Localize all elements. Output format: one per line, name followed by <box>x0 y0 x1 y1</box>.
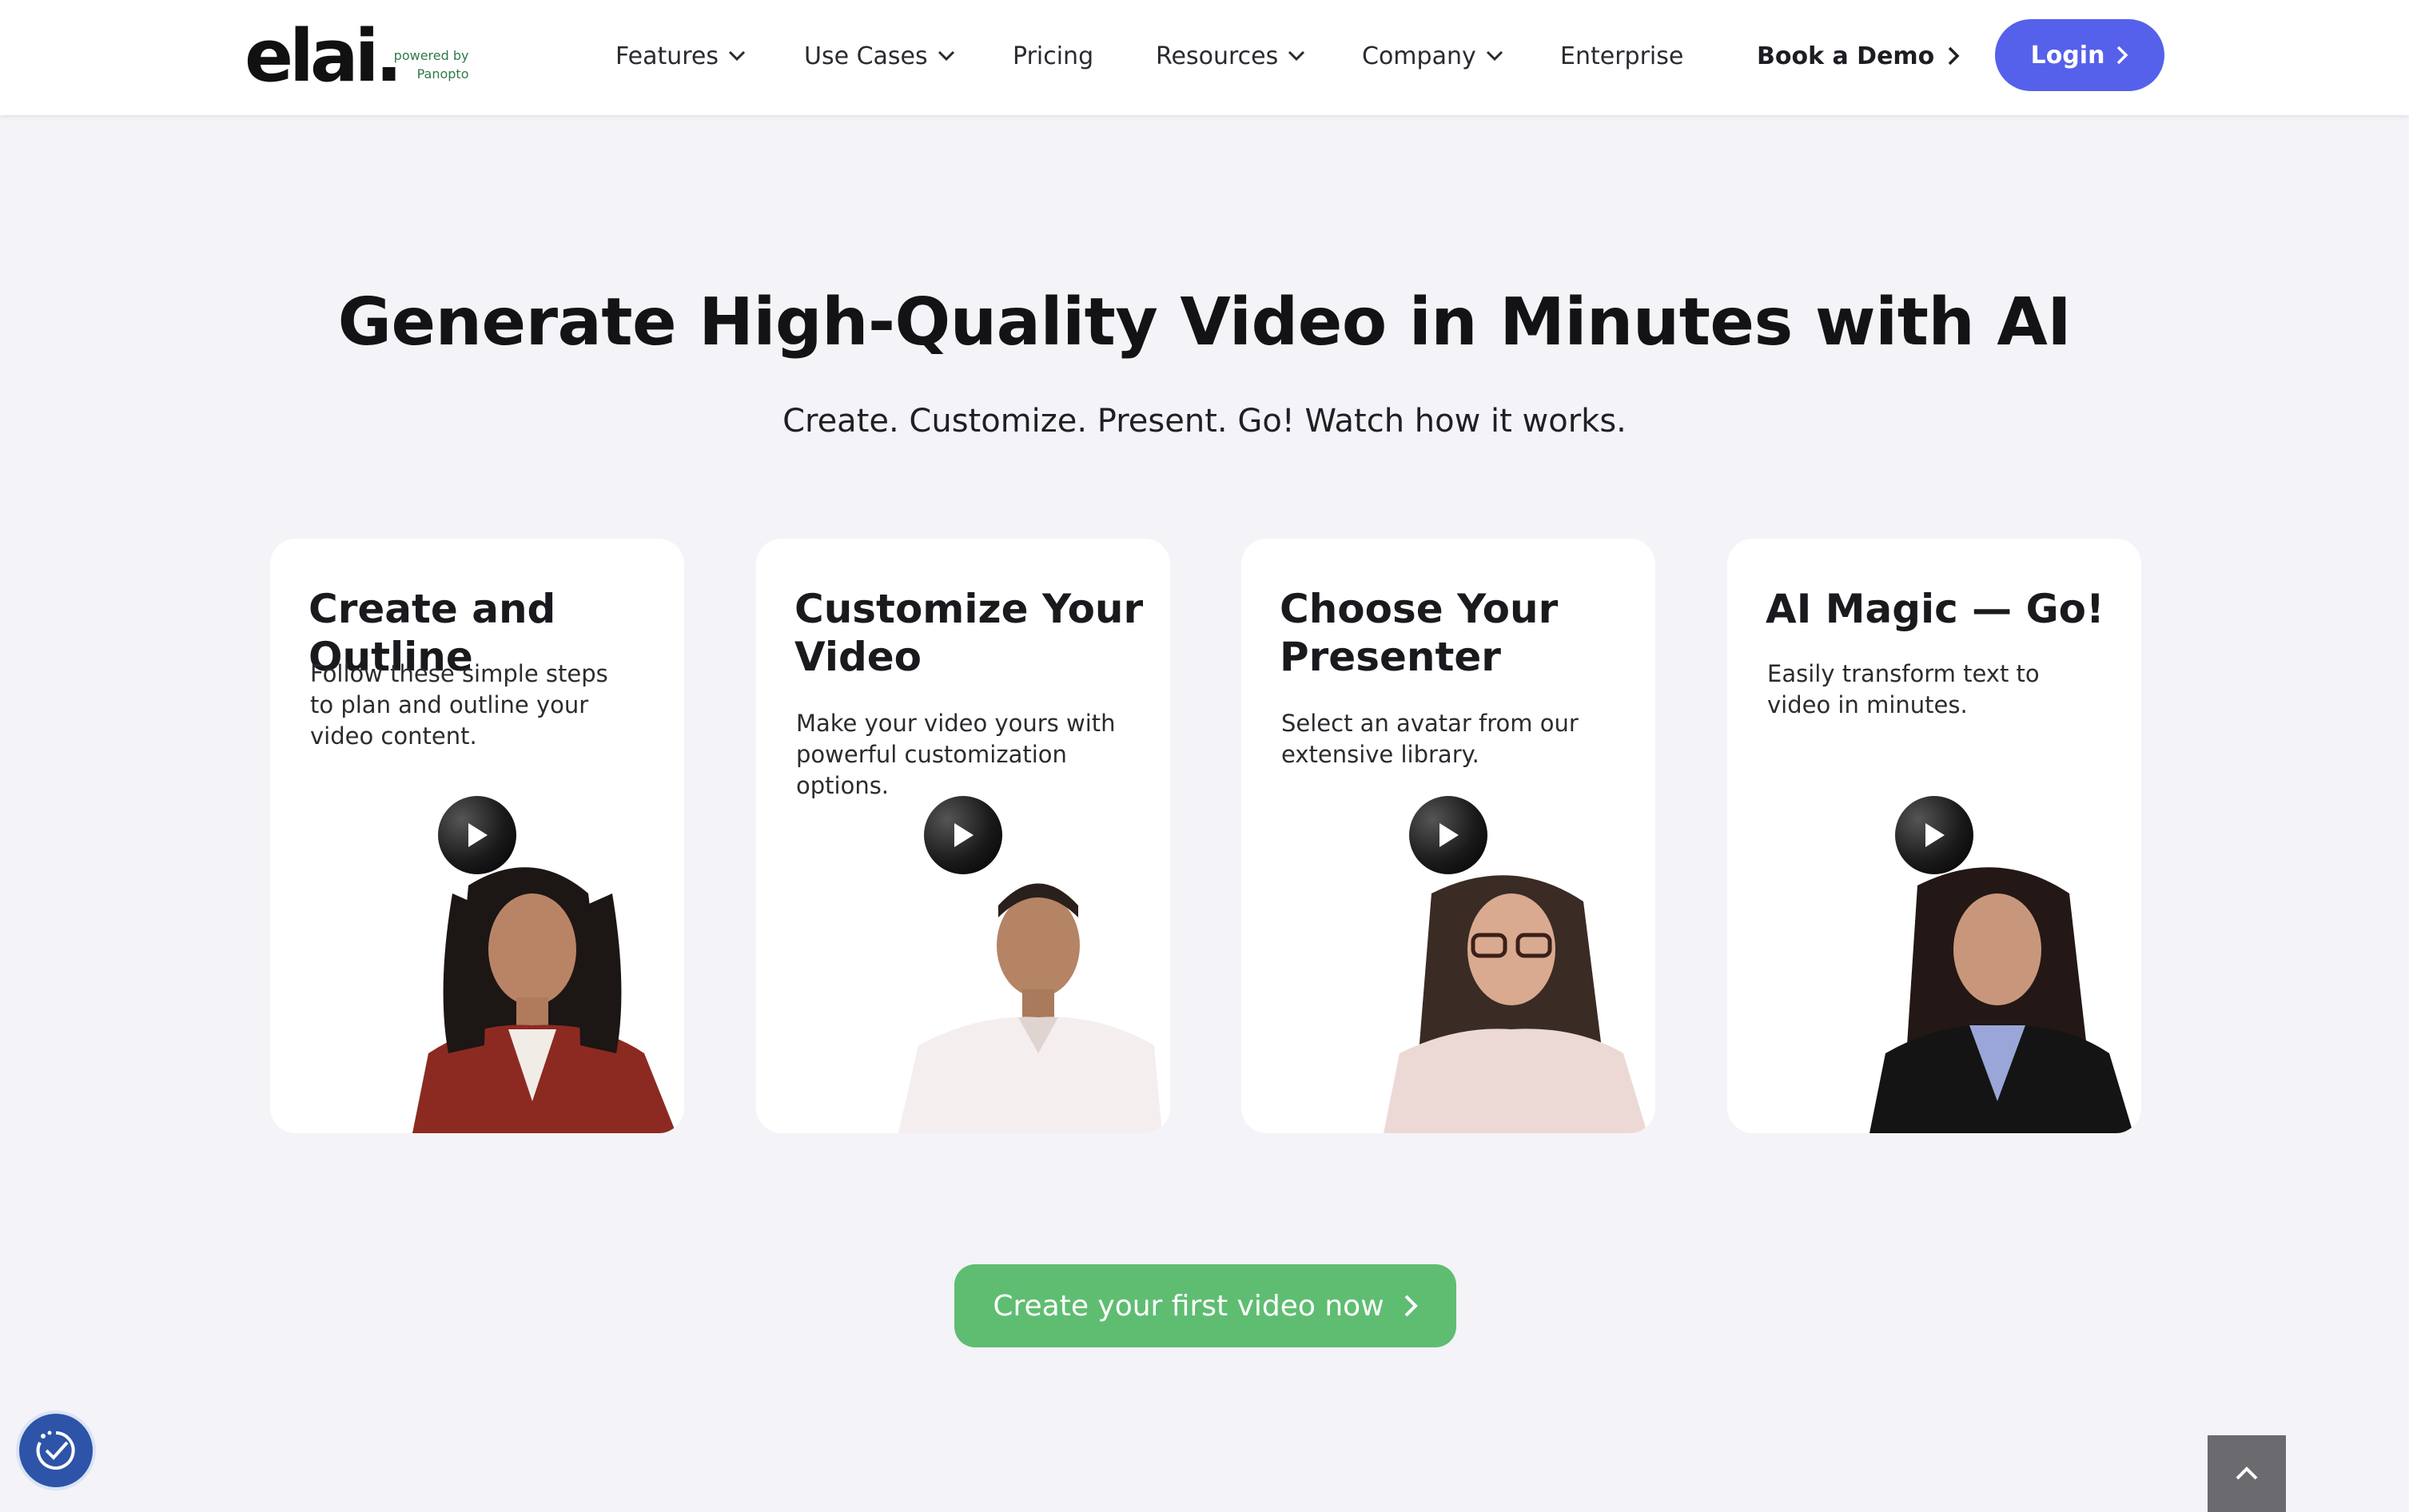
login-button[interactable]: Login <box>1995 19 2164 91</box>
nav-item-enterprise[interactable]: Enterprise <box>1560 0 1683 112</box>
step-card-ai-magic[interactable]: AI Magic — Go! Easily transform text to … <box>1727 539 2141 1133</box>
logo-brand: elai. <box>245 14 403 98</box>
accessibility-icon <box>36 1430 75 1470</box>
elai-logo[interactable]: elai. powered by Panopto <box>245 21 468 93</box>
avatar-man-white-shirt <box>898 883 1162 1133</box>
site-header: elai. powered by Panopto Features Use Ca… <box>0 0 2409 115</box>
scroll-to-top-button[interactable] <box>2208 1435 2286 1512</box>
logo-powered-by: powered by Panopto <box>394 46 469 83</box>
nav-item-label: Enterprise <box>1560 42 1684 70</box>
hero-title: Generate High-Quality Video in Minutes w… <box>337 284 2072 360</box>
nav-item-features[interactable]: Features <box>615 0 746 112</box>
book-demo-label: Book a Demo <box>1757 42 1935 70</box>
nav-item-resources[interactable]: Resources <box>1156 0 1305 112</box>
chevron-down-icon <box>938 50 954 62</box>
login-label: Login <box>2030 41 2105 70</box>
create-first-video-button[interactable]: Create your first video now <box>954 1264 1456 1347</box>
card-title: Choose Your Presenter <box>1280 586 1559 680</box>
card-description: Follow these simple steps to plan and ou… <box>310 660 608 750</box>
play-icon <box>954 823 974 847</box>
logo-powered-line1: powered by <box>393 48 469 63</box>
play-button[interactable] <box>924 796 1002 874</box>
hero-subtitle: Create. Customize. Present. Go! Watch ho… <box>782 403 1627 440</box>
card-title: Customize Your Video <box>794 586 1144 680</box>
chevron-right-icon <box>2117 46 2128 65</box>
card-description: Easily transform text to video in minute… <box>1767 660 2040 718</box>
step-card-create-outline[interactable]: Create and Outline Follow these simple s… <box>270 539 684 1133</box>
play-icon <box>1925 823 1945 847</box>
chevron-right-icon <box>1949 46 1960 66</box>
chevron-down-icon <box>1486 50 1503 62</box>
nav-item-use-cases[interactable]: Use Cases <box>804 0 955 112</box>
play-button[interactable] <box>1409 796 1487 874</box>
logo-powered-line2: Panopto <box>416 66 469 82</box>
accessibility-button[interactable] <box>19 1414 93 1487</box>
nav-item-label: Use Cases <box>804 42 928 70</box>
card-description: Make your video yours with powerful cust… <box>796 710 1116 799</box>
nav-item-label: Company <box>1362 42 1476 70</box>
chevron-right-icon <box>1404 1295 1418 1317</box>
nav-item-label: Pricing <box>1013 42 1094 70</box>
chevron-down-icon <box>1288 50 1305 62</box>
cta-label: Create your first video now <box>993 1289 1384 1323</box>
play-button[interactable] <box>438 796 516 874</box>
chevron-down-icon <box>728 50 746 62</box>
avatar-woman-glasses <box>1384 875 1647 1133</box>
card-title: AI Magic — Go! <box>1766 586 2104 632</box>
avatar-woman-black-blazer <box>1869 867 2133 1133</box>
play-icon <box>468 823 488 847</box>
play-icon <box>1439 823 1459 847</box>
step-card-choose-presenter[interactable]: Choose Your Presenter Select an avatar f… <box>1241 539 1655 1133</box>
nav-item-label: Resources <box>1156 42 1279 70</box>
step-card-customize-video[interactable]: Customize Your Video Make your video you… <box>756 539 1170 1133</box>
play-button[interactable] <box>1895 796 1973 874</box>
nav-item-company[interactable]: Company <box>1362 0 1503 112</box>
card-description: Select an avatar from our extensive libr… <box>1281 710 1579 768</box>
nav-item-label: Features <box>615 42 719 70</box>
avatar-woman-red-cardigan <box>412 867 676 1133</box>
book-demo-link[interactable]: Book a Demo <box>1757 0 1960 112</box>
nav-item-pricing[interactable]: Pricing <box>1013 0 1093 112</box>
chevron-up-icon <box>2236 1466 2258 1480</box>
